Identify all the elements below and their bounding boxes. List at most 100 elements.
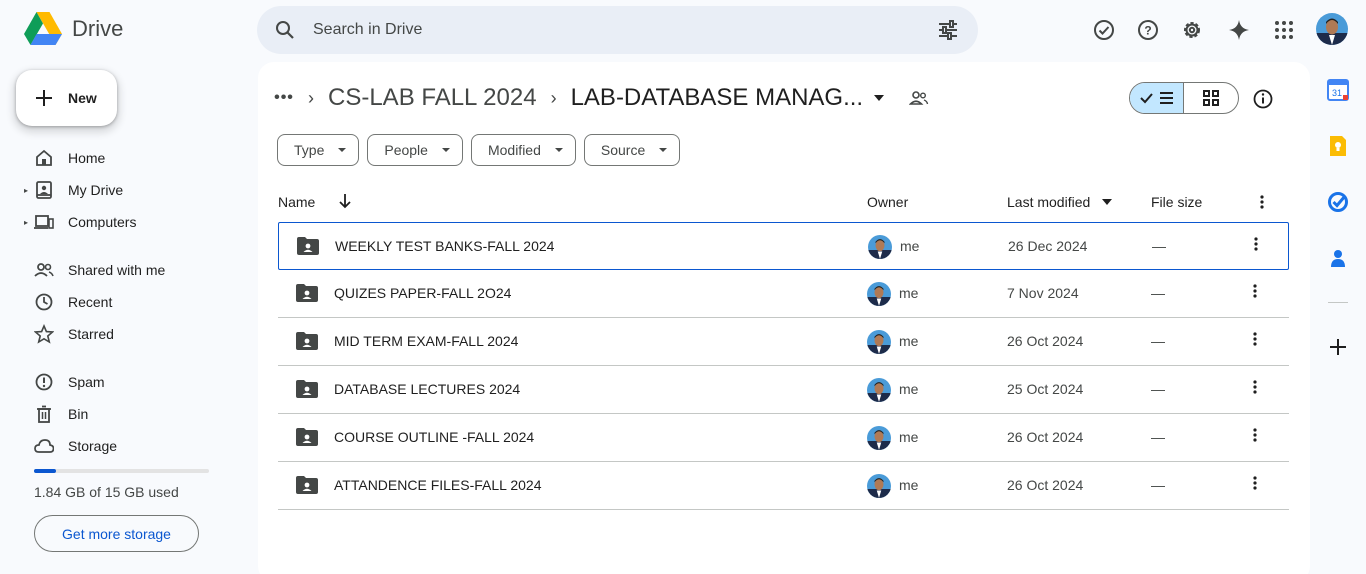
shared-folder-icon [296, 380, 318, 401]
last-modified: 26 Oct 2024 [1007, 333, 1084, 349]
info-icon[interactable] [1252, 88, 1274, 110]
account-avatar[interactable] [1316, 13, 1348, 45]
sidebar-item-label: Shared with me [68, 262, 166, 278]
chip-label: Modified [487, 142, 541, 158]
sidebar-item-my-drive[interactable]: ▸ My Drive [0, 174, 240, 206]
home-icon [36, 149, 52, 166]
calendar-icon[interactable]: 31 [1326, 78, 1350, 102]
dropdown-arrow-icon [554, 148, 563, 152]
storage-progress-fill [34, 469, 56, 473]
more-actions-icon[interactable] [1253, 332, 1257, 349]
table-header: Name Owner Last modified File size [278, 186, 1289, 218]
table-row[interactable]: MID TERM EXAM-FALL 2024 me 26 Oct 2024 — [278, 318, 1289, 366]
chip-label: People [384, 142, 428, 158]
search-icon[interactable] [273, 18, 297, 42]
file-name: ATTANDENCE FILES-FALL 2024 [334, 477, 542, 493]
new-button[interactable]: New [16, 70, 117, 126]
sidebar-item-label: My Drive [68, 182, 124, 198]
gemini-sparkle-icon[interactable] [1224, 15, 1254, 45]
owner-name: me [899, 333, 919, 349]
table-row[interactable]: ATTANDENCE FILES-FALL 2024 me 26 Oct 2024 — [278, 462, 1289, 510]
search-options-icon[interactable] [936, 18, 960, 42]
file-name: QUIZES PAPER-FALL 2O24 [334, 285, 512, 301]
filter-people-chip[interactable]: People [367, 134, 463, 166]
table-row[interactable]: QUIZES PAPER-FALL 2O24 me 7 Nov 2024 — [278, 270, 1289, 318]
offline-ready-icon[interactable] [1089, 15, 1119, 45]
file-name: WEEKLY TEST BANKS-FALL 2024 [335, 238, 555, 254]
dropdown-arrow-icon [441, 148, 450, 152]
search-input[interactable] [313, 18, 913, 42]
star-icon [34, 324, 54, 344]
add-addon-plus-icon[interactable] [1326, 335, 1350, 359]
breadcrumb: ••• › CS-LAB FALL 2024 › LAB-DATABASE MA… [274, 82, 929, 114]
sort-dropdown-icon[interactable] [1102, 199, 1112, 205]
sidebar-item-home[interactable]: Home [0, 142, 240, 174]
sidebar-item-label: Starred [68, 326, 114, 342]
plus-icon [36, 90, 52, 106]
column-header-owner[interactable]: Owner [867, 194, 908, 210]
filter-type-chip[interactable]: Type [277, 134, 360, 166]
filter-source-chip[interactable]: Source [583, 134, 681, 166]
google-drive-logo-icon [24, 12, 62, 45]
sidebar-item-starred[interactable]: Starred [0, 318, 240, 350]
more-actions-icon[interactable] [1253, 476, 1257, 493]
file-name: MID TERM EXAM-FALL 2024 [334, 333, 519, 349]
main-content-panel: ••• › CS-LAB FALL 2024 › LAB-DATABASE MA… [258, 62, 1310, 574]
chip-label: Type [294, 142, 325, 158]
shared-folder-icon [296, 332, 318, 353]
check-list-icon [1139, 92, 1173, 104]
apps-grid-icon[interactable] [1269, 15, 1299, 45]
column-header-name[interactable]: Name [278, 194, 315, 210]
tasks-icon[interactable] [1326, 190, 1350, 214]
more-actions-icon[interactable] [1254, 237, 1258, 254]
owner-avatar [867, 330, 891, 354]
more-actions-icon[interactable] [1253, 284, 1257, 301]
column-header-file-size[interactable]: File size [1151, 194, 1202, 210]
table-row[interactable]: WEEKLY TEST BANKS-FALL 2024 me 26 Dec 2024… [278, 222, 1289, 270]
expand-caret-icon[interactable]: ▸ [24, 218, 28, 227]
shared-folder-icon [296, 284, 318, 305]
breadcrumb-current-folder[interactable]: LAB-DATABASE MANAG... [571, 84, 864, 112]
sidebar-item-shared-with-me[interactable]: Shared with me [0, 254, 240, 286]
expand-caret-icon[interactable]: ▸ [24, 186, 28, 195]
keep-icon[interactable] [1326, 134, 1350, 158]
chevron-right-icon: › [308, 87, 314, 108]
svg-text:31: 31 [1332, 88, 1342, 98]
more-actions-icon[interactable] [1253, 428, 1257, 445]
sort-arrow-down-icon[interactable] [338, 193, 352, 209]
manage-access-icon[interactable] [909, 88, 929, 108]
sidebar-item-spam[interactable]: Spam [0, 366, 240, 398]
chevron-right-icon: › [550, 87, 557, 108]
owner-name: me [899, 429, 919, 445]
breadcrumb-parent[interactable]: CS-LAB FALL 2024 [328, 84, 537, 112]
last-modified: 26 Dec 2024 [1008, 238, 1088, 254]
table-row[interactable]: DATABASE LECTURES 2024 me 25 Oct 2024 — [278, 366, 1289, 414]
search-bar[interactable] [257, 6, 978, 54]
list-layout-button[interactable] [1130, 83, 1185, 113]
folder-menu-dropdown-icon[interactable] [873, 94, 885, 102]
shared-folder-icon [296, 428, 318, 449]
get-more-storage-button[interactable]: Get more storage [34, 515, 199, 552]
sidebar-item-recent[interactable]: Recent [0, 286, 240, 318]
more-actions-icon[interactable] [1253, 380, 1257, 397]
table-row[interactable]: COURSE OUTLINE -FALL 2024 me 26 Oct 2024 — [278, 414, 1289, 462]
chip-label: Source [600, 142, 646, 158]
sidebar-item-bin[interactable]: Bin [0, 398, 240, 430]
my-drive-icon [36, 181, 52, 199]
sidebar-item-computers[interactable]: ▸ Computers [0, 206, 240, 238]
breadcrumb-more-icon[interactable]: ••• [274, 89, 294, 107]
sidebar-item-label: Computers [68, 214, 137, 230]
sidebar-item-storage[interactable]: Storage [0, 430, 240, 462]
more-vert-icon[interactable] [1260, 195, 1264, 209]
drive-logo[interactable]: Drive [24, 12, 123, 46]
last-modified: 26 Oct 2024 [1007, 429, 1084, 445]
column-header-last-modified[interactable]: Last modified [1007, 194, 1090, 210]
owner-avatar [867, 474, 891, 498]
help-icon[interactable]: ? [1133, 15, 1163, 45]
cloud-icon [34, 439, 54, 453]
filter-modified-chip[interactable]: Modified [470, 134, 576, 166]
contacts-icon[interactable] [1326, 246, 1350, 270]
file-name: COURSE OUTLINE -FALL 2024 [334, 429, 535, 445]
grid-layout-button[interactable] [1184, 83, 1238, 113]
settings-gear-icon[interactable] [1177, 15, 1207, 45]
